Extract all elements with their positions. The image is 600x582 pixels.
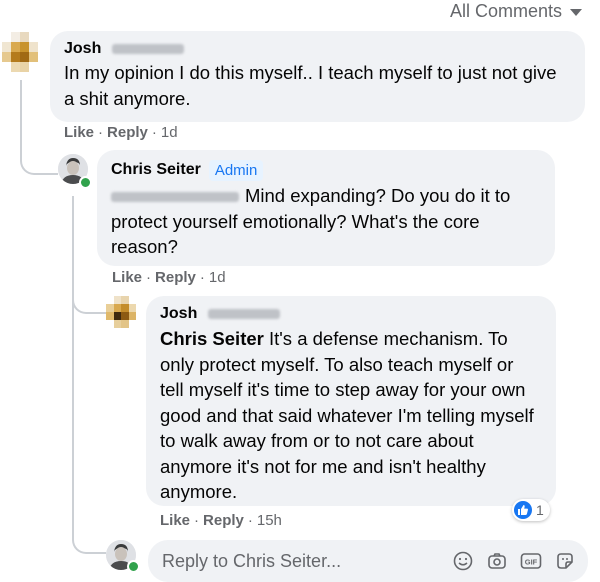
admin-badge: Admin [208,159,264,181]
pixelated-avatar-image [2,32,38,72]
comment-timestamp[interactable]: 1d [209,269,226,286]
comment-filter-label: All Comments [449,0,562,21]
comment-bubble: Josh In my opinion I do this myself.. I … [50,31,585,122]
comment-actions: Like · Reply · 1d [112,269,226,286]
pixelated-avatar-image [106,296,136,328]
reply-composer: GIF [148,540,588,582]
avatar[interactable] [2,32,38,72]
redacted-mention [111,192,239,203]
online-status-indicator [127,560,140,573]
comment-actions: Like · Reply · 15h [160,512,282,529]
comment-actions: Like · Reply · 1d [64,124,178,141]
author-name[interactable]: Josh [64,40,101,57]
comment-bubble: Josh Chris Seiter It's a defense mechani… [146,296,556,506]
chevron-down-icon [570,9,582,16]
reply-button[interactable]: Reply [107,124,148,141]
redacted-surname [111,43,184,54]
thumbs-up-icon [514,501,532,519]
author-name[interactable]: Chris Seiter [111,161,201,179]
reaction-count: 1 [536,502,544,518]
comment-bubble: Chris Seiter Admin Mind expanding? Do yo… [97,150,555,266]
thread-line-level2-reply [72,300,106,554]
comment-timestamp[interactable]: 15h [257,512,282,529]
online-status-indicator [79,176,92,189]
comment-author[interactable]: Josh [64,40,571,60]
comment-author[interactable]: Chris Seiter Admin [111,159,541,181]
like-button[interactable]: Like [64,124,94,141]
svg-text:GIF: GIF [525,558,538,567]
reply-input[interactable] [160,549,440,573]
mention-link[interactable]: Chris Seiter [160,328,264,349]
comment-text: It's a defense mechanism. To only protec… [160,328,534,502]
reply-button[interactable]: Reply [155,269,196,286]
reaction-summary[interactable]: 1 [512,499,550,521]
comment-filter-dropdown[interactable]: All Comments [450,0,582,22]
reply-button[interactable]: Reply [203,512,244,529]
comment-text: In my opinion I do this myself.. I teach… [64,62,557,109]
redacted-surname [207,308,280,319]
avatar[interactable] [106,296,136,328]
comment-author[interactable]: Josh [160,305,542,324]
author-name[interactable]: Josh [160,305,197,322]
like-button[interactable]: Like [160,512,190,529]
like-button[interactable]: Like [112,269,142,286]
comment-timestamp[interactable]: 1d [161,124,178,141]
